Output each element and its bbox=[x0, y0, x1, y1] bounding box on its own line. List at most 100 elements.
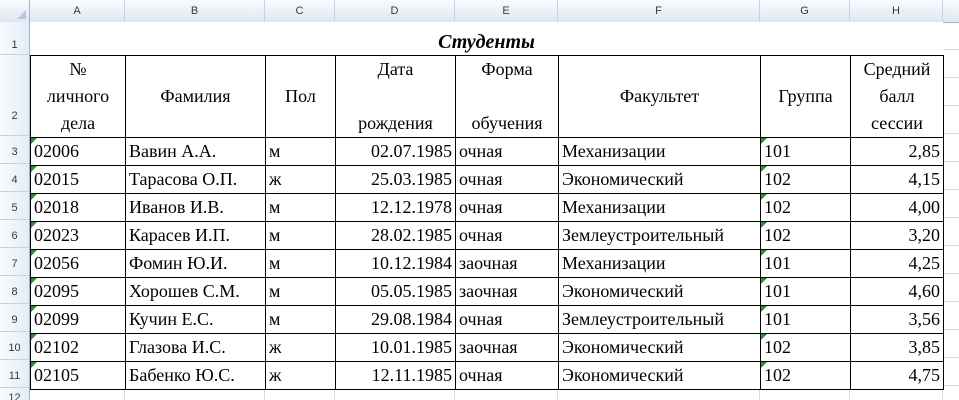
column-header-next[interactable] bbox=[943, 0, 959, 22]
cell-faculty[interactable]: Экономический bbox=[558, 277, 761, 306]
cell-sex[interactable]: м bbox=[265, 249, 336, 278]
cell-avg[interactable]: 4,00 bbox=[850, 193, 944, 222]
column-header-c[interactable]: C bbox=[265, 0, 335, 22]
cell-surname[interactable]: Бабенко Ю.С. bbox=[125, 361, 266, 390]
row-header-7[interactable]: 7 bbox=[0, 248, 29, 276]
cell-sex[interactable]: м bbox=[265, 137, 336, 166]
cell-sex[interactable]: м bbox=[265, 305, 336, 334]
cell-avg[interactable]: 3,20 bbox=[850, 221, 944, 250]
cell-avg[interactable]: 3,85 bbox=[850, 333, 944, 362]
cell-surname[interactable]: Хорошев С.М. bbox=[125, 277, 266, 306]
cell-avg[interactable]: 3,56 bbox=[850, 305, 944, 334]
cell-faculty[interactable]: Землеустроительный bbox=[558, 305, 761, 334]
cell-study-form[interactable]: очная bbox=[455, 165, 559, 194]
row-header-2[interactable]: 2 bbox=[0, 55, 29, 136]
cell-study-form[interactable]: заочная bbox=[455, 333, 559, 362]
cell-sex[interactable]: ж bbox=[265, 361, 336, 390]
cell-study-form[interactable]: заочная bbox=[455, 249, 559, 278]
cell-avg[interactable]: 2,85 bbox=[850, 137, 944, 166]
cell-surname[interactable]: Вавин А.А. bbox=[125, 137, 266, 166]
header-faculty[interactable]: Факультет bbox=[558, 55, 761, 138]
cell-faculty[interactable]: Механизации bbox=[558, 193, 761, 222]
cell-faculty[interactable]: Экономический bbox=[558, 165, 761, 194]
cell-study-form[interactable]: очная bbox=[455, 361, 559, 390]
row-header-8[interactable]: 8 bbox=[0, 276, 29, 304]
cell-id[interactable]: 02095 bbox=[30, 277, 126, 306]
row-header-10[interactable]: 10 bbox=[0, 332, 29, 360]
header-birth[interactable]: Дата рождения bbox=[335, 55, 456, 138]
header-avg[interactable]: Средний балл сессии bbox=[850, 55, 944, 138]
table-title[interactable]: Студенты bbox=[30, 22, 943, 55]
header-surname[interactable]: Фамилия bbox=[125, 55, 266, 138]
cell-id[interactable]: 02015 bbox=[30, 165, 126, 194]
cell-study-form[interactable]: очная bbox=[455, 221, 559, 250]
cell-avg[interactable]: 4,75 bbox=[850, 361, 944, 390]
cell-faculty[interactable]: Землеустроительный bbox=[558, 221, 761, 250]
cell-surname[interactable]: Карасев И.П. bbox=[125, 221, 266, 250]
cell-study-form[interactable]: заочная bbox=[455, 277, 559, 306]
cell-id[interactable]: 02018 bbox=[30, 193, 126, 222]
cell-birth[interactable]: 12.11.1985 bbox=[335, 361, 456, 390]
cell-avg[interactable]: 4,60 bbox=[850, 277, 944, 306]
row-header-1[interactable]: 1 bbox=[0, 22, 29, 55]
column-header-a[interactable]: A bbox=[30, 0, 125, 22]
column-header-b[interactable]: B bbox=[125, 0, 265, 22]
row-header-11[interactable]: 11 bbox=[0, 360, 29, 388]
cell-birth[interactable]: 29.08.1984 bbox=[335, 305, 456, 334]
cell-faculty[interactable]: Экономический bbox=[558, 333, 761, 362]
cell-id[interactable]: 02099 bbox=[30, 305, 126, 334]
cell-group[interactable]: 102 bbox=[760, 333, 851, 362]
cell-faculty[interactable]: Механизации bbox=[558, 137, 761, 166]
cell-id[interactable]: 02056 bbox=[30, 249, 126, 278]
cell-group[interactable]: 101 bbox=[760, 305, 851, 334]
cell-avg[interactable]: 4,25 bbox=[850, 249, 944, 278]
cell-group[interactable]: 102 bbox=[760, 165, 851, 194]
cell-sex[interactable]: м bbox=[265, 277, 336, 306]
cell-birth[interactable]: 02.07.1985 bbox=[335, 137, 456, 166]
cell-faculty[interactable]: Экономический bbox=[558, 361, 761, 390]
cell-surname[interactable]: Иванов И.В. bbox=[125, 193, 266, 222]
cell-id[interactable]: 02102 bbox=[30, 333, 126, 362]
cell-birth[interactable]: 10.01.1985 bbox=[335, 333, 456, 362]
cell-birth[interactable]: 10.12.1984 bbox=[335, 249, 456, 278]
cell-surname[interactable]: Глазова И.С. bbox=[125, 333, 266, 362]
cell-group[interactable]: 101 bbox=[760, 277, 851, 306]
header-id[interactable]: № личного дела bbox=[30, 55, 126, 138]
row-header-9[interactable]: 9 bbox=[0, 304, 29, 332]
row-header-12[interactable]: 12 bbox=[0, 388, 29, 400]
cell-sex[interactable]: ж bbox=[265, 333, 336, 362]
cell-surname[interactable]: Кучин Е.С. bbox=[125, 305, 266, 334]
column-header-e[interactable]: E bbox=[455, 0, 558, 22]
cell-id[interactable]: 02023 bbox=[30, 221, 126, 250]
cell-study-form[interactable]: очная bbox=[455, 305, 559, 334]
cell-group[interactable]: 102 bbox=[760, 221, 851, 250]
cell-study-form[interactable]: очная bbox=[455, 193, 559, 222]
cell-birth[interactable]: 25.03.1985 bbox=[335, 165, 456, 194]
cell-avg[interactable]: 4,15 bbox=[850, 165, 944, 194]
cell-birth[interactable]: 12.12.1978 bbox=[335, 193, 456, 222]
cell-sex[interactable]: м bbox=[265, 193, 336, 222]
cell-group[interactable]: 102 bbox=[760, 361, 851, 390]
row-header-6[interactable]: 6 bbox=[0, 220, 29, 248]
cell-id[interactable]: 02006 bbox=[30, 137, 126, 166]
cell-faculty[interactable]: Механизации bbox=[558, 249, 761, 278]
header-study-form[interactable]: Форма обучения bbox=[455, 55, 559, 138]
header-group[interactable]: Группа bbox=[760, 55, 851, 138]
column-header-g[interactable]: G bbox=[760, 0, 850, 22]
header-sex[interactable]: Пол bbox=[265, 55, 336, 138]
row-header-4[interactable]: 4 bbox=[0, 164, 29, 192]
cell-sex[interactable]: ж bbox=[265, 165, 336, 194]
cell-birth[interactable]: 05.05.1985 bbox=[335, 277, 456, 306]
cell-surname[interactable]: Фомин Ю.И. bbox=[125, 249, 266, 278]
cell-id[interactable]: 02105 bbox=[30, 361, 126, 390]
row-header-3[interactable]: 3 bbox=[0, 136, 29, 164]
column-header-f[interactable]: F bbox=[558, 0, 760, 22]
column-header-d[interactable]: D bbox=[335, 0, 455, 22]
column-header-h[interactable]: H bbox=[850, 0, 943, 22]
select-all-corner[interactable] bbox=[0, 0, 30, 22]
cell-group[interactable]: 101 bbox=[760, 137, 851, 166]
cell-birth[interactable]: 28.02.1985 bbox=[335, 221, 456, 250]
cell-surname[interactable]: Тарасова О.П. bbox=[125, 165, 266, 194]
cell-group[interactable]: 102 bbox=[760, 193, 851, 222]
cell-group[interactable]: 101 bbox=[760, 249, 851, 278]
